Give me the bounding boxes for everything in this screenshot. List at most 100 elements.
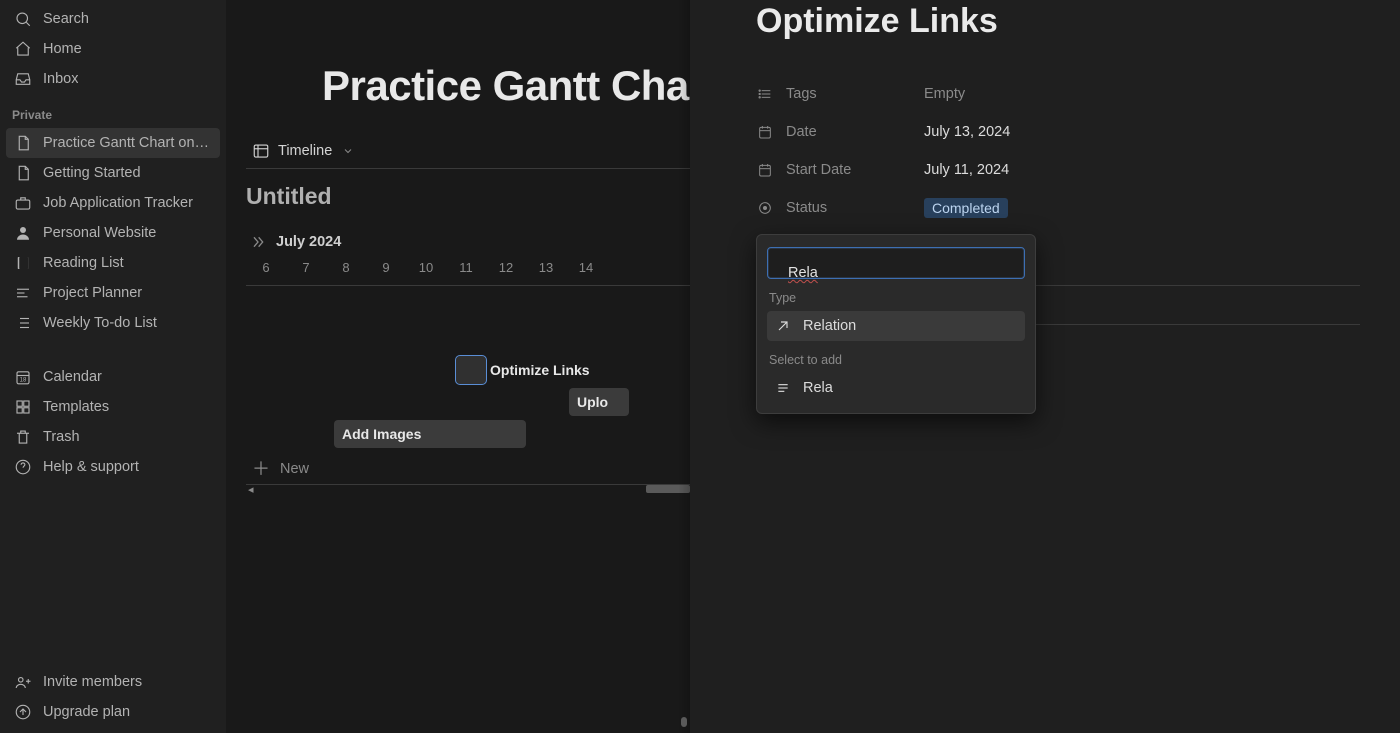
timeline-bar[interactable]: Add Images: [334, 420, 526, 448]
main-scrollbar[interactable]: [678, 0, 690, 733]
sidebar-item-label: Upgrade plan: [43, 704, 130, 720]
help-icon: [14, 458, 32, 476]
timeline-bar-label: Add Images: [342, 426, 421, 442]
property-row-status[interactable]: Status Completed: [756, 189, 1360, 227]
sidebar-item-project-planner[interactable]: Project Planner: [6, 278, 220, 308]
timeline-bar-label: Optimize Links: [490, 362, 590, 378]
calendar-day-icon: 18: [14, 368, 32, 386]
timeline-view-icon: [252, 142, 270, 160]
sidebar-item-invite-members[interactable]: Invite members: [6, 667, 220, 697]
sidebar-item-inbox[interactable]: Inbox: [6, 64, 220, 94]
sidebar-item-job-application-tracker[interactable]: Job Application Tracker: [6, 188, 220, 218]
sidebar-item-templates[interactable]: Templates: [6, 392, 220, 422]
timeline-day: 11: [446, 260, 486, 275]
timeline-icon: [14, 284, 32, 302]
detail-title[interactable]: Optimize Links: [756, 0, 1360, 41]
status-icon: [756, 199, 774, 217]
timeline-day: 7: [286, 260, 326, 275]
home-icon: [14, 40, 32, 58]
timeline-day: 13: [526, 260, 566, 275]
sidebar-item-upgrade-plan[interactable]: Upgrade plan: [6, 697, 220, 727]
popover-item-label: Relation: [803, 318, 856, 334]
timeline-month-label: July 2024: [276, 234, 341, 250]
sidebar-item-label: Calendar: [43, 369, 102, 385]
property-search-popover: Rela Type Relation Select to add Rela: [756, 234, 1036, 414]
page-icon: [14, 134, 32, 152]
property-row-start-date[interactable]: Start Date July 11, 2024: [756, 151, 1360, 189]
sidebar-item-label: Project Planner: [43, 285, 142, 301]
timeline-bar-label: Uplo: [577, 394, 608, 410]
timeline-bar[interactable]: Optimize Links: [456, 356, 486, 384]
sidebar-item-personal-website[interactable]: Personal Website: [6, 218, 220, 248]
timeline-day: 12: [486, 260, 526, 275]
sidebar-item-getting-started[interactable]: Getting Started: [6, 158, 220, 188]
inbox-icon: [14, 70, 32, 88]
sidebar-item-home[interactable]: Home: [6, 34, 220, 64]
sidebar-item-label: Help & support: [43, 459, 139, 475]
svg-text:18: 18: [20, 378, 27, 384]
popover-item-relation[interactable]: Relation: [767, 311, 1025, 341]
property-key: Tags: [786, 86, 817, 102]
sidebar-item-label: Weekly To-do List: [43, 315, 157, 331]
sidebar-item-label: Personal Website: [43, 225, 156, 241]
sidebar-item-label: Trash: [43, 429, 80, 445]
property-value[interactable]: Completed: [924, 198, 1008, 218]
book-icon: [14, 254, 32, 272]
tags-icon: [756, 85, 774, 103]
timeline-scrollbar[interactable]: ◂: [246, 485, 690, 493]
property-key: Status: [786, 200, 827, 216]
list-icon: [14, 314, 32, 332]
sidebar-section-private: Private: [0, 94, 226, 128]
database-title[interactable]: Untitled: [246, 183, 690, 210]
text-icon: [775, 380, 791, 396]
timeline-new-button[interactable]: ＋ New: [252, 460, 309, 478]
timeline-body[interactable]: Optimize Links Uplo Add Images ＋ New: [246, 285, 690, 485]
timeline-day: 14: [566, 260, 606, 275]
sidebar-item-reading-list[interactable]: Reading List: [6, 248, 220, 278]
property-key: Date: [786, 124, 817, 140]
status-badge: Completed: [924, 198, 1008, 218]
page-title: Practice Gantt Char: [322, 62, 690, 110]
popover-section-select: Select to add: [769, 353, 1023, 367]
templates-icon: [14, 398, 32, 416]
sidebar-item-help-support[interactable]: Help & support: [6, 452, 220, 482]
sidebar-item-calendar[interactable]: 18 Calendar: [6, 362, 220, 392]
timeline-day: 9: [366, 260, 406, 275]
property-row-date[interactable]: Date July 13, 2024: [756, 113, 1360, 151]
popover-item-label: Rela: [803, 380, 833, 396]
sidebar-item-trash[interactable]: Trash: [6, 422, 220, 452]
sidebar-item-label: Invite members: [43, 674, 142, 690]
sidebar-item-label: Templates: [43, 399, 109, 415]
property-value[interactable]: July 11, 2024: [924, 162, 1009, 178]
invite-icon: [14, 673, 32, 691]
sidebar-item-label: Practice Gantt Chart on N…: [43, 135, 212, 151]
sidebar-item-label: Search: [43, 11, 89, 27]
timeline-day: 10: [406, 260, 446, 275]
property-row-tags[interactable]: Tags Empty: [756, 75, 1360, 113]
view-selector[interactable]: Timeline: [252, 142, 690, 160]
property-search-input[interactable]: [767, 247, 1025, 279]
plus-icon: ＋: [252, 460, 270, 478]
popover-item-rela[interactable]: Rela: [767, 373, 1025, 403]
timeline-day: 8: [326, 260, 366, 275]
sidebar-item-label: Job Application Tracker: [43, 195, 193, 211]
property-key: Start Date: [786, 162, 851, 178]
double-chevron-right-icon[interactable]: [250, 234, 266, 250]
calendar-icon: [756, 123, 774, 141]
sidebar-item-weekly-to-do-list[interactable]: Weekly To-do List: [6, 308, 220, 338]
view-label: Timeline: [278, 143, 332, 159]
sidebar-item-search[interactable]: Search: [6, 4, 220, 34]
sidebar-item-label: Getting Started: [43, 165, 141, 181]
sidebar-item-practice-gantt-chart-on-n[interactable]: Practice Gantt Chart on N…: [6, 128, 220, 158]
property-value[interactable]: July 13, 2024: [924, 124, 1010, 140]
chevron-down-icon: [342, 145, 354, 157]
popover-section-type: Type: [769, 291, 1023, 305]
page-icon: [14, 164, 32, 182]
search-icon: [14, 10, 32, 28]
timeline-day-header: 67891011121314: [246, 260, 690, 275]
upgrade-icon: [14, 703, 32, 721]
sidebar-item-label: Reading List: [43, 255, 124, 271]
timeline-bar[interactable]: Uplo: [569, 388, 629, 416]
property-value[interactable]: Empty: [924, 86, 965, 102]
trash-icon: [14, 428, 32, 446]
